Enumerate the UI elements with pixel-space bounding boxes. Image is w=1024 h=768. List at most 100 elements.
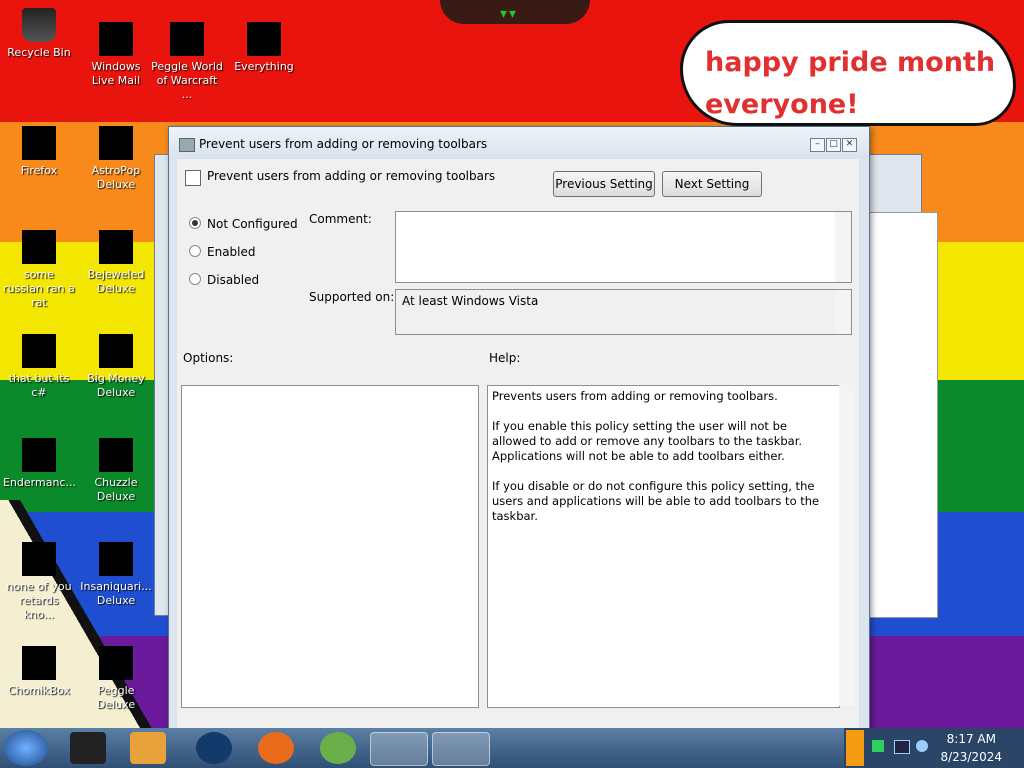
help-paragraph: If you enable this policy setting the us… (492, 419, 803, 463)
desktop-icon-bejeweled[interactable]: Bejeweled Deluxe (80, 230, 152, 296)
desktop-icon-label: Firefox (20, 164, 58, 177)
radio-label: Not Configured (207, 217, 298, 231)
comment-label: Comment: (309, 212, 372, 226)
game-icon (99, 542, 133, 576)
radio-label: Disabled (207, 273, 260, 287)
setting-icon (185, 170, 201, 186)
tray-expand-icon[interactable] (846, 730, 864, 766)
app-icon (22, 646, 56, 680)
policy-icon (179, 138, 195, 152)
desktop-icon-label: Endermanc... (3, 476, 76, 489)
clock-date[interactable]: 8/23/2024 (940, 750, 1002, 764)
desktop-icon-chuzzle[interactable]: Chuzzle Deluxe (80, 438, 152, 504)
supported-on-label: Supported on: (309, 290, 395, 304)
desktop-icon-chomikbox[interactable]: ChomikBox (3, 646, 75, 698)
game-icon (99, 438, 133, 472)
help-panel: Prevents users from adding or removing t… (487, 385, 840, 708)
desktop-icon-label: Big Money Deluxe (87, 372, 145, 399)
desktop-icon-label: AstroPop Deluxe (91, 164, 141, 191)
desktop-icon-label: Chuzzle Deluxe (94, 476, 138, 503)
speech-bubble-text: happy pride month everyone! (705, 47, 996, 120)
options-panel (181, 385, 479, 708)
supported-scrollbar[interactable] (835, 290, 851, 334)
help-text: Prevents users from adding or removing t… (492, 389, 832, 539)
desktop-icon-label: Peggle World of Warcraft ... (151, 60, 223, 101)
desktop-icon-everything[interactable]: Everything (228, 22, 300, 74)
desktop-icon-insaniquarium[interactable]: Insaniquari... Deluxe (80, 542, 152, 608)
desktop-icon-label: none of you retards kno... (6, 580, 72, 621)
next-setting-button[interactable]: Next Setting (662, 171, 762, 197)
desktop-icon-label: Insaniquari... Deluxe (80, 580, 152, 607)
dialog-title: Prevent users from adding or removing to… (199, 137, 488, 151)
folder-icon (22, 334, 56, 368)
desktop-icon-peggle-wow[interactable]: Peggle World of Warcraft ... (151, 22, 223, 102)
supported-on-value: At least Windows Vista (402, 294, 539, 308)
supported-on-field: At least Windows Vista (395, 289, 852, 335)
desktop-icon-label: that but its c# (8, 372, 70, 399)
taskbar-app-movie-maker[interactable] (320, 732, 356, 764)
radio-label: Enabled (207, 245, 256, 259)
radio-disabled[interactable]: Disabled (189, 273, 259, 287)
desktop-icon-recycle-bin[interactable]: Recycle Bin (3, 8, 75, 60)
taskbar-app-explorer[interactable] (196, 732, 232, 764)
radio-unselected-icon (189, 245, 201, 257)
start-button[interactable] (4, 730, 48, 766)
desktop-icon-label: Bejeweled Deluxe (87, 268, 145, 295)
taskbar-app-firefox[interactable] (258, 732, 294, 764)
taskbar-app-active-1[interactable] (370, 732, 428, 766)
app-icon (22, 230, 56, 264)
taskbar: 8:17 AM 8/23/2024 (0, 728, 1024, 768)
app-icon (22, 542, 56, 576)
help-label: Help: (489, 351, 521, 365)
help-paragraph: Prevents users from adding or removing t… (492, 389, 778, 403)
network-icon[interactable] (894, 740, 910, 754)
minimize-button[interactable]: – (810, 138, 825, 152)
game-icon (99, 230, 133, 264)
search-icon (247, 22, 281, 56)
options-label: Options: (183, 351, 234, 365)
desktop-icon-label: some russian ran a rat (3, 268, 75, 309)
game-icon (99, 334, 133, 368)
previous-setting-button[interactable]: Previous Setting (553, 171, 655, 197)
maximize-button[interactable]: □ (826, 138, 841, 152)
game-icon (99, 126, 133, 160)
help-scrollbar[interactable] (839, 385, 855, 706)
system-tray: 8:17 AM 8/23/2024 (844, 728, 1024, 768)
close-button[interactable]: ✕ (842, 138, 857, 152)
tray-app-icon[interactable] (872, 740, 884, 752)
policy-setting-dialog: Prevent users from adding or removing to… (168, 126, 870, 738)
radio-not-configured[interactable]: Not Configured (189, 217, 298, 231)
mail-icon (99, 22, 133, 56)
taskbar-app-terminal[interactable] (70, 732, 106, 764)
desktop-icon-firefox[interactable]: Firefox (3, 126, 75, 178)
dialog-titlebar[interactable]: Prevent users from adding or removing to… (169, 127, 869, 159)
notch-lights-icon: ▾▾ (500, 6, 519, 22)
game-icon (99, 646, 133, 680)
desktop-icon-csharp[interactable]: that but its c# (3, 334, 75, 400)
clock-time[interactable]: 8:17 AM (947, 732, 996, 746)
comment-scrollbar[interactable] (835, 212, 851, 282)
desktop-icon-astropop[interactable]: AstroPop Deluxe (80, 126, 152, 192)
radio-selected-icon (189, 217, 201, 229)
desktop-icon-big-money[interactable]: Big Money Deluxe (80, 334, 152, 400)
desktop-icon-label: Everything (234, 60, 294, 73)
radio-enabled[interactable]: Enabled (189, 245, 256, 259)
firefox-icon (22, 126, 56, 160)
radio-unselected-icon (189, 273, 201, 285)
setting-header: Prevent users from adding or removing to… (207, 169, 496, 183)
recycle-bin-icon (22, 8, 56, 42)
desktop-icon-windows-live-mail[interactable]: Windows Live Mail (80, 22, 152, 88)
desktop-icon-label: ChomikBox (8, 684, 70, 697)
desktop-icon-russian-rat[interactable]: some russian ran a rat (3, 230, 75, 310)
comment-textarea[interactable] (395, 211, 852, 283)
background-window-panel (860, 212, 938, 618)
volume-icon[interactable] (916, 740, 928, 752)
taskbar-app-media-player[interactable] (130, 732, 166, 764)
app-icon (22, 438, 56, 472)
desktop-icon-none-of-you[interactable]: none of you retards kno... (3, 542, 75, 622)
help-paragraph: If you disable or do not configure this … (492, 479, 820, 523)
desktop-icon-endermanch[interactable]: Endermanc... (3, 438, 76, 490)
desktop-icon-peggle-deluxe[interactable]: Peggle Deluxe (80, 646, 152, 712)
taskbar-app-active-2[interactable] (432, 732, 490, 766)
dialog-client: Prevent users from adding or removing to… (177, 159, 859, 729)
